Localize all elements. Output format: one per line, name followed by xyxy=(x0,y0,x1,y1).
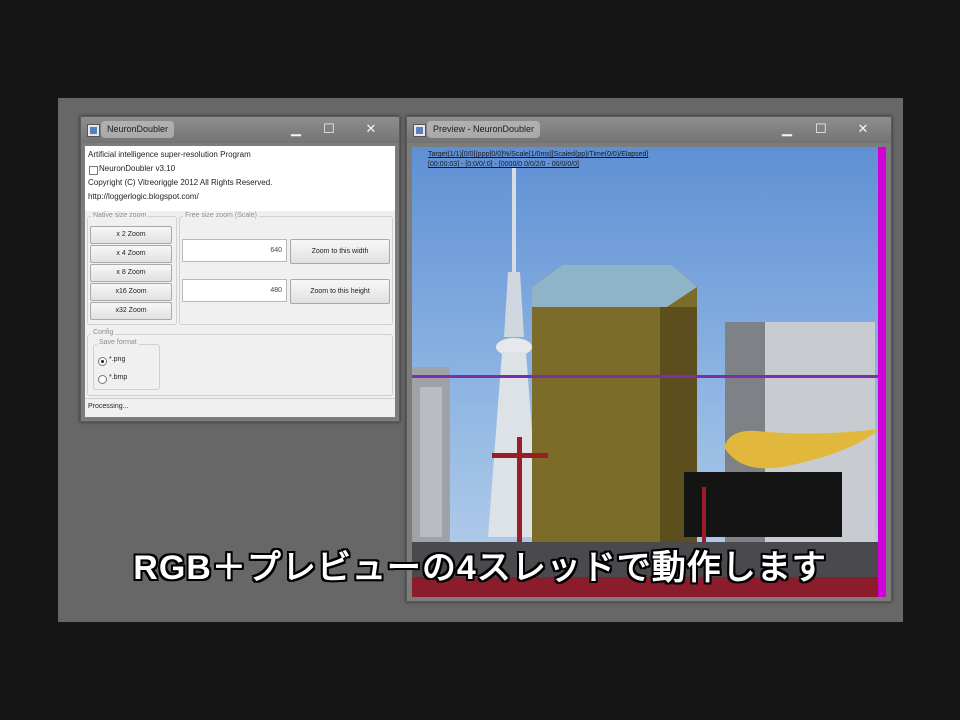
tower-antenna xyxy=(512,167,516,272)
preview-info-line-2: [00:00:03] - [0:0/0/:0] - [0000/0 0/0/2/… xyxy=(428,161,579,168)
about-line-2: NeuronDoubler v3.10 xyxy=(99,164,176,173)
height-field[interactable]: 480 xyxy=(182,279,287,302)
maximize-icon[interactable]: ☐ xyxy=(319,120,339,138)
png-radio[interactable] xyxy=(98,357,107,366)
video-caption: RGB＋プレビューの4スレッドで動作します xyxy=(133,549,827,587)
preview-info-line-1: Target(1/1)[0/0](ppp[0/0]%/Scale[1/0ms][… xyxy=(428,151,649,158)
close-icon[interactable]: ✕ xyxy=(361,120,381,138)
preview-maximize-icon[interactable]: ☐ xyxy=(811,120,831,138)
scan-row-indicator xyxy=(412,375,886,378)
zoom-x16-button[interactable]: x16 Zoom xyxy=(90,283,172,301)
app-icon xyxy=(87,124,100,137)
main-client-area: Artificial intelligence super-resolution… xyxy=(85,146,395,417)
zoom-to-height-button[interactable]: Zoom to this height xyxy=(290,279,390,304)
status-divider xyxy=(85,398,395,399)
main-window: NeuronDoubler ▁ ☐ ✕ Artificial intellige… xyxy=(80,116,400,422)
about-line-1: Artificial intelligence super-resolution… xyxy=(88,150,251,159)
png-option-label: *.png xyxy=(109,356,126,363)
preview-close-icon[interactable]: ✕ xyxy=(853,120,873,138)
preview-app-icon xyxy=(413,124,426,137)
tower-upper xyxy=(504,272,524,337)
native-zoom-label: Native size zoom xyxy=(91,212,149,219)
main-window-title: NeuronDoubler xyxy=(101,121,175,138)
street-lamp-arm xyxy=(492,453,548,458)
free-zoom-label: Free size zoom (Scale) xyxy=(183,212,259,219)
zoom-to-width-button[interactable]: Zoom to this width xyxy=(290,239,390,264)
preview-titlebar[interactable]: Preview - NeuronDoubler ▁ ☐ ✕ xyxy=(407,117,891,143)
preview-image: Target(1/1)[0/0](ppp[0/0]%/Scale[1/0ms][… xyxy=(412,147,886,597)
width-field[interactable]: 640 xyxy=(182,239,287,262)
preview-photo-svg xyxy=(412,147,886,597)
about-checkbox xyxy=(89,166,98,175)
about-line-3: Copyright (C) Vitreoriggle 2012 All Righ… xyxy=(88,178,273,187)
minimize-icon[interactable]: ▁ xyxy=(286,120,306,138)
free-zoom-group xyxy=(179,216,393,325)
save-format-label: Save format xyxy=(97,339,139,346)
preview-minimize-icon[interactable]: ▁ xyxy=(777,120,797,138)
scan-column-indicator xyxy=(878,147,886,597)
zoom-x32-button[interactable]: x32 Zoom xyxy=(90,302,172,320)
gold-building-crown xyxy=(532,265,697,307)
about-line-4: http://loggerlogic.blogspot.com/ xyxy=(88,192,199,201)
bmp-radio[interactable] xyxy=(98,375,107,384)
zoom-x8-button[interactable]: x 8 Zoom xyxy=(90,264,172,282)
config-label: Config xyxy=(91,329,116,336)
bmp-option-label: *.bmp xyxy=(109,374,128,381)
about-panel: Artificial intelligence super-resolution… xyxy=(85,146,395,211)
main-titlebar[interactable]: NeuronDoubler ▁ ☐ ✕ xyxy=(81,117,399,143)
preview-window: Preview - NeuronDoubler ▁ ☐ ✕ Target(1/1… xyxy=(406,116,892,602)
zoom-x2-button[interactable]: x 2 Zoom xyxy=(90,226,172,244)
letterbox-top xyxy=(0,0,960,92)
zoom-x4-button[interactable]: x 4 Zoom xyxy=(90,245,172,263)
left-building-face xyxy=(420,387,442,537)
letterbox-bottom xyxy=(0,628,960,720)
status-text: Processing... xyxy=(88,403,129,410)
street-lamp-pole-2 xyxy=(702,487,706,547)
black-hall xyxy=(684,472,842,537)
preview-window-title: Preview - NeuronDoubler xyxy=(427,121,541,138)
